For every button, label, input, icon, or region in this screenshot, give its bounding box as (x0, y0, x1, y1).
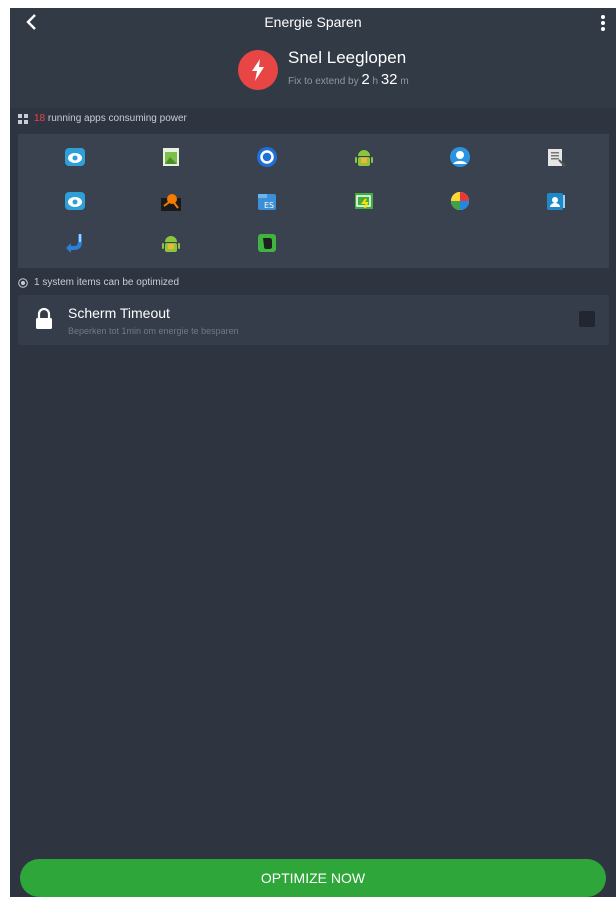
running-apps-count: 18 (34, 113, 46, 124)
contacts-card-icon[interactable] (545, 190, 567, 212)
blue-arrow-app-icon[interactable] (64, 232, 86, 254)
optimize-now-button[interactable]: OPTIMIZE NOW (20, 859, 606, 897)
system-item-description: Beperken tot 1min om energie te besparen (68, 326, 239, 336)
system-items-text: 1 system items can be optimized (34, 277, 180, 288)
cloud-sync-icon[interactable] (64, 146, 86, 168)
overflow-menu-icon[interactable] (596, 14, 610, 34)
extend-minutes-unit: m (400, 76, 409, 87)
extend-hours: 2 (361, 71, 370, 88)
svg-text:ES: ES (264, 201, 274, 210)
running-apps-label: 18 running apps consuming power (18, 110, 187, 128)
evernote-icon[interactable] (256, 232, 278, 254)
es-file-explorer-icon[interactable]: ES (256, 190, 278, 212)
lightning-bolt-icon (238, 50, 278, 90)
battery-status-title: Snel Leeglopen (288, 48, 407, 67)
green-battery-app-icon[interactable] (353, 190, 375, 212)
blue-circle-app-icon[interactable] (256, 146, 278, 168)
apps-grid-icon (18, 113, 28, 125)
system-item-checkbox[interactable] (579, 311, 595, 327)
cloud-sync-icon[interactable] (64, 190, 86, 212)
system-items-label: 1 system items can be optimized (18, 274, 179, 292)
extend-hours-unit: h (372, 76, 379, 87)
gallery-icon[interactable] (160, 146, 182, 168)
page-title: Energie Sparen (264, 14, 362, 30)
system-item-row[interactable]: Scherm Timeout Beperken tot 1min om ener… (18, 295, 609, 345)
header: Energie Sparen Snel Leeglopen Fix to ext… (10, 8, 616, 108)
running-apps-grid: ES (18, 134, 609, 268)
android-robot-icon[interactable] (160, 232, 182, 254)
contact-avatar-icon[interactable] (449, 146, 471, 168)
settings-circle-icon (18, 277, 28, 289)
app-screen: Energie Sparen Snel Leeglopen Fix to ext… (10, 8, 616, 897)
lock-icon (35, 307, 53, 335)
running-apps-text: running apps consuming power (47, 113, 187, 124)
extend-time-text: Fix to extend by 2 h 32 m (288, 71, 409, 88)
android-robot-icon[interactable] (353, 146, 375, 168)
extend-prefix: Fix to extend by (288, 76, 359, 87)
colorful-app-icon[interactable] (449, 190, 471, 212)
extend-minutes: 32 (380, 71, 398, 88)
avast-icon[interactable] (160, 190, 182, 212)
system-item-title: Scherm Timeout (68, 305, 170, 321)
document-list-icon[interactable] (545, 146, 567, 168)
